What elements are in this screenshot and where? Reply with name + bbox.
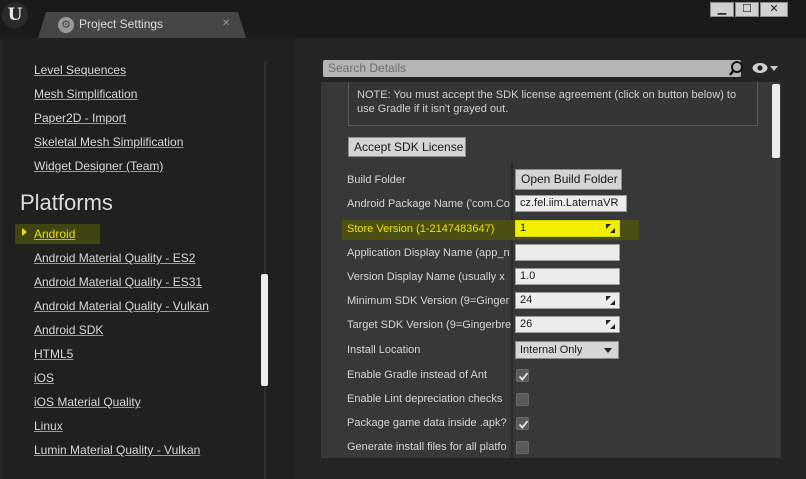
- install-location-value: Internal Only: [520, 344, 583, 356]
- min-sdk-version-label: Minimum SDK Version (9=Ginger: [347, 295, 510, 307]
- section-title-platforms: Platforms: [20, 190, 113, 215]
- sidebar-item-linux[interactable]: Linux: [34, 419, 63, 433]
- note-label: NOTE: [357, 89, 388, 101]
- package-game-data-label: Package game data inside .apk?: [347, 417, 507, 429]
- app-display-name-label: Application Display Name (app_n: [347, 247, 510, 259]
- package-name-label: Android Package Name ('com.Co: [347, 198, 510, 210]
- note-text: : You must accept the SDK license agreem…: [357, 89, 737, 115]
- target-sdk-version-value: 26: [520, 318, 533, 330]
- maximize-button[interactable]: ☐: [735, 2, 759, 17]
- enable-gradle-checkbox[interactable]: [516, 369, 529, 382]
- min-sdk-version-field[interactable]: 24: [515, 292, 620, 309]
- store-version-value: 1: [520, 222, 527, 234]
- spin-arrows-icon[interactable]: [606, 224, 615, 233]
- sidebar-scrollbar[interactable]: [261, 274, 268, 386]
- chevron-down-icon[interactable]: [770, 66, 778, 71]
- minimize-button[interactable]: ▁: [710, 2, 734, 17]
- sidebar-item-html5[interactable]: HTML5: [34, 347, 73, 361]
- checkmark-icon: [518, 420, 529, 429]
- tab-title: Project Settings: [79, 17, 164, 31]
- settings-sidebar: Level Sequences Mesh Simplification Pape…: [3, 38, 295, 479]
- sdk-license-note: NOTE: You must accept the SDK license ag…: [348, 82, 758, 126]
- package-name-field[interactable]: cz.fel.iim.LaternaVR: [515, 195, 627, 212]
- details-scroll-track: [775, 158, 777, 458]
- enable-lint-checkbox[interactable]: [516, 393, 529, 406]
- target-sdk-version-field[interactable]: 26: [515, 316, 620, 333]
- sidebar-item-paper2d-import[interactable]: Paper2D - Import: [34, 111, 126, 125]
- store-version-field[interactable]: 1: [515, 220, 620, 237]
- unreal-logo-icon: U: [2, 2, 28, 28]
- accept-sdk-license-button[interactable]: Accept SDK License: [348, 137, 466, 157]
- close-button[interactable]: ✕: [760, 2, 788, 17]
- details-scrollbar[interactable]: [772, 84, 780, 158]
- sidebar-item-android[interactable]: Android: [34, 227, 75, 241]
- install-location-dropdown[interactable]: Internal Only: [515, 341, 619, 359]
- enable-lint-label: Enable Lint depreciation checks: [347, 393, 503, 405]
- sidebar-item-widget-designer[interactable]: Widget Designer (Team): [34, 159, 163, 173]
- sidebar-item-android-sdk[interactable]: Android SDK: [34, 323, 103, 337]
- search-icon[interactable]: [728, 60, 744, 77]
- sidebar-item-ios[interactable]: iOS: [34, 371, 54, 385]
- sidebar-item-skeletal-mesh-simplification[interactable]: Skeletal Mesh Simplification: [34, 135, 183, 149]
- sidebar-item-android-material-vulkan[interactable]: Android Material Quality - Vulkan: [34, 299, 209, 313]
- chevron-down-icon: [604, 348, 612, 353]
- spin-arrows-icon[interactable]: [606, 320, 615, 329]
- search-details-input[interactable]: Search Details: [323, 60, 741, 77]
- sidebar-item-android-material-es31[interactable]: Android Material Quality - ES31: [34, 275, 202, 289]
- install-location-label: Install Location: [347, 344, 421, 356]
- sidebar-item-lumin-material-vulkan[interactable]: Lumin Material Quality - Vulkan: [34, 443, 200, 457]
- sidebar-item-android-material-es2[interactable]: Android Material Quality - ES2: [34, 251, 195, 265]
- view-options-eye-icon[interactable]: [752, 62, 768, 74]
- build-folder-label: Build Folder: [347, 174, 406, 186]
- title-bar: U ⚙ Project Settings ✕ ▁ ☐ ✕: [0, 0, 806, 38]
- app-display-name-field[interactable]: [515, 244, 620, 261]
- sidebar-item-ios-material-quality[interactable]: iOS Material Quality: [34, 395, 141, 409]
- package-game-data-checkbox[interactable]: [516, 417, 529, 430]
- tab-close-icon[interactable]: ✕: [222, 18, 230, 29]
- target-sdk-version-label: Target SDK Version (9=Gingerbre: [347, 319, 511, 331]
- store-version-label: Store Version (1-2147483647): [347, 223, 495, 235]
- tab-project-settings[interactable]: ⚙ Project Settings ✕: [38, 12, 246, 38]
- generate-install-files-label: Generate install files for all platfo: [347, 441, 507, 453]
- active-arrow-icon: [22, 228, 27, 236]
- generate-install-files-checkbox[interactable]: [516, 441, 529, 454]
- enable-gradle-label: Enable Gradle instead of Ant: [347, 369, 488, 381]
- android-settings-details: NOTE: You must accept the SDK license ag…: [321, 82, 781, 458]
- version-display-name-label: Version Display Name (usually x: [347, 271, 505, 283]
- sidebar-item-level-sequences[interactable]: Level Sequences: [34, 63, 126, 77]
- sidebar-item-mesh-simplification[interactable]: Mesh Simplification: [34, 87, 137, 101]
- details-panel: Search Details NOTE: You must accept the…: [296, 38, 806, 479]
- open-build-folder-button[interactable]: Open Build Folder: [515, 169, 622, 190]
- min-sdk-version-value: 24: [520, 294, 533, 306]
- sidebar-scroll-track: [264, 61, 266, 479]
- settings-gear-icon: ⚙: [58, 17, 74, 33]
- checkmark-icon: [518, 372, 529, 381]
- column-divider[interactable]: [511, 162, 513, 458]
- version-display-name-field[interactable]: 1.0: [515, 268, 620, 285]
- spin-arrows-icon[interactable]: [606, 296, 615, 305]
